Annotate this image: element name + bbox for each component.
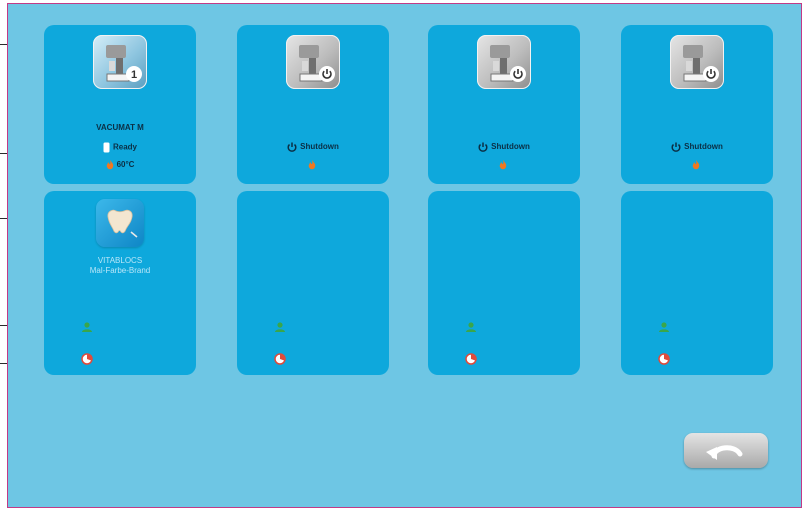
- back-button[interactable]: [684, 433, 768, 468]
- program-name-line2: Mal-Farbe-Brand: [89, 266, 151, 275]
- furnace-device-icon[interactable]: [286, 35, 340, 89]
- user-icon: [275, 322, 285, 332]
- device-badge-number: 1: [131, 69, 137, 81]
- device-status-text: Shutdown: [300, 142, 339, 152]
- rect-status-icon: [103, 142, 110, 153]
- device-status-text: Shutdown: [491, 142, 530, 152]
- furnace-overview-screen: 1 VACUMAT M Ready 60°C Shutdown Shutdown…: [7, 3, 802, 508]
- timer-icon: [81, 353, 93, 365]
- user-icon: [659, 322, 669, 332]
- device-temp-row: [428, 160, 580, 170]
- device-status-text: Shutdown: [684, 142, 723, 152]
- program-name-line1: VITABLOCS: [97, 256, 143, 265]
- power-icon: [671, 142, 681, 152]
- user-icon: [466, 322, 476, 332]
- device-status-row: Shutdown: [428, 142, 580, 152]
- program-card-1[interactable]: VITABLOCS Mal-Farbe-Brand: [44, 191, 196, 375]
- program-card-3[interactable]: [428, 191, 580, 375]
- device-temp-row: [621, 160, 773, 170]
- device-status-text: Ready: [112, 142, 137, 152]
- device-temperature: 60°C: [116, 160, 135, 170]
- tooth-icon[interactable]: [96, 199, 144, 247]
- device-card-1[interactable]: 1 VACUMAT M Ready 60°C: [44, 25, 196, 184]
- user-icon: [82, 322, 92, 332]
- back-arrow-icon: [706, 445, 743, 460]
- program-card-4[interactable]: [621, 191, 773, 375]
- device-temp-row: 60°C: [44, 160, 196, 170]
- furnace-device-icon[interactable]: 1: [93, 35, 147, 89]
- device-status-row: Shutdown: [237, 142, 389, 152]
- timer-icon: [658, 353, 670, 365]
- flame-icon: [106, 160, 113, 170]
- flame-icon: [308, 160, 315, 170]
- flame-icon: [499, 160, 506, 170]
- device-card-2[interactable]: Shutdown: [237, 25, 389, 184]
- device-temp-row: [237, 160, 389, 170]
- device-status-row: Shutdown: [621, 142, 773, 152]
- device-status-row: Ready: [44, 142, 196, 153]
- device-name: VACUMAT M: [96, 123, 144, 132]
- program-card-2[interactable]: [237, 191, 389, 375]
- flame-icon: [692, 160, 699, 170]
- timer-icon: [274, 353, 286, 365]
- device-card-4[interactable]: Shutdown: [621, 25, 773, 184]
- device-card-3[interactable]: Shutdown: [428, 25, 580, 184]
- furnace-device-icon[interactable]: [670, 35, 724, 89]
- timer-icon: [465, 353, 477, 365]
- power-icon: [478, 142, 488, 152]
- program-name: VITABLOCS Mal-Farbe-Brand: [44, 256, 196, 276]
- furnace-device-icon[interactable]: [477, 35, 531, 89]
- power-icon: [287, 142, 297, 152]
